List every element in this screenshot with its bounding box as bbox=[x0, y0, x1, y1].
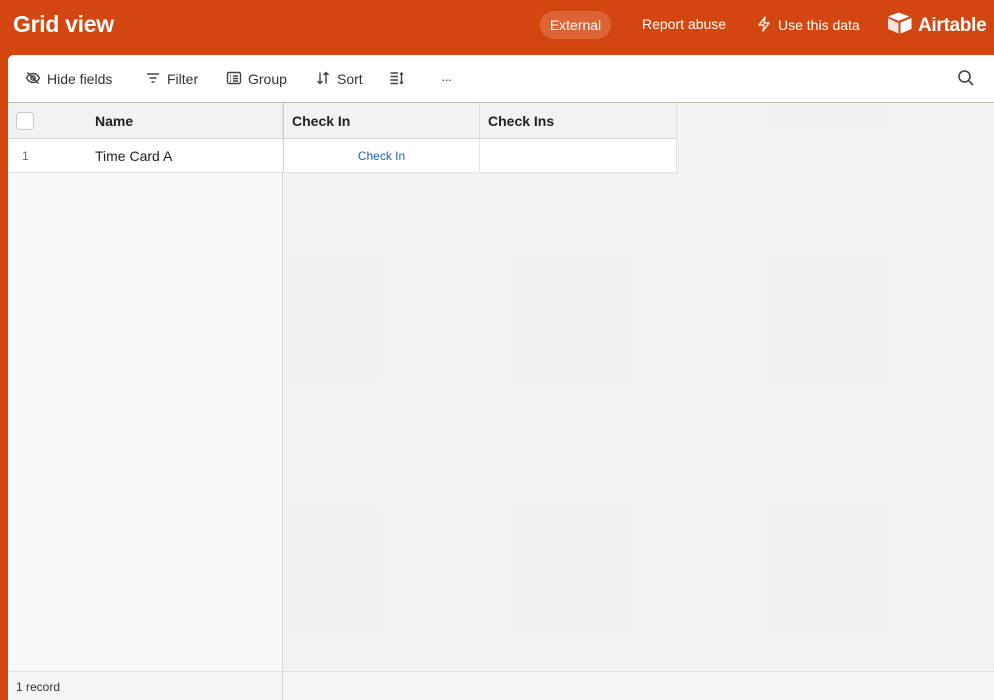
header-row: Check In Check Ins bbox=[283, 103, 677, 139]
more-icon: ··· bbox=[441, 71, 452, 87]
group-icon bbox=[226, 70, 242, 89]
grid-footer: 1 record bbox=[8, 671, 994, 700]
sort-button[interactable]: Sort bbox=[315, 67, 363, 91]
sort-icon bbox=[315, 70, 331, 89]
filter-label: Filter bbox=[167, 71, 199, 87]
column-header-name[interactable]: Name bbox=[87, 103, 283, 139]
table-row: Check In bbox=[283, 139, 677, 173]
group-label: Group bbox=[248, 71, 287, 87]
cell-name[interactable]: Time Card A bbox=[87, 139, 283, 173]
lightning-icon bbox=[756, 15, 772, 35]
airtable-logo-icon bbox=[886, 11, 914, 41]
hide-fields-button[interactable]: Hide fields bbox=[25, 67, 112, 91]
cell-check-ins[interactable] bbox=[480, 139, 677, 173]
frozen-header-row: Name bbox=[8, 103, 283, 139]
column-header-check-ins[interactable]: Check Ins bbox=[480, 103, 677, 139]
eye-off-icon bbox=[25, 70, 41, 89]
top-bar: Grid view External Report abuse Use this… bbox=[0, 0, 994, 54]
hide-fields-label: Hide fields bbox=[47, 71, 113, 87]
footer-divider bbox=[282, 672, 283, 700]
column-header-check-in[interactable]: Check In bbox=[284, 103, 480, 139]
group-button[interactable]: Group bbox=[226, 67, 287, 91]
external-badge: External bbox=[540, 11, 611, 39]
filter-icon bbox=[145, 70, 161, 89]
report-abuse-link[interactable]: Report abuse bbox=[642, 16, 726, 32]
table-row[interactable]: 1 Time Card A bbox=[8, 139, 283, 173]
row-height-icon bbox=[389, 70, 405, 89]
filter-button[interactable]: Filter bbox=[145, 67, 198, 91]
select-all-checkbox[interactable] bbox=[16, 112, 34, 130]
sort-label: Sort bbox=[337, 71, 363, 87]
grid-area: Name Check In Check Ins 1 Time Card A Ch… bbox=[8, 103, 994, 700]
view-toolbar: Hide fields Filter Group Sort ··· bbox=[8, 55, 994, 103]
row-number: 1 bbox=[22, 149, 29, 163]
use-this-data-label: Use this data bbox=[778, 17, 860, 33]
airtable-brand-label: Airtable bbox=[918, 15, 987, 36]
check-in-button[interactable]: Check In bbox=[284, 139, 480, 173]
more-options-button[interactable]: ··· bbox=[441, 67, 452, 91]
view-title: Grid view bbox=[13, 11, 114, 37]
frozen-pane bbox=[8, 103, 283, 700]
use-this-data-button[interactable]: Use this data bbox=[756, 14, 860, 36]
airtable-brand[interactable]: Airtable bbox=[886, 11, 987, 41]
search-button[interactable] bbox=[957, 69, 977, 89]
row-height-button[interactable] bbox=[389, 67, 405, 91]
main-panel: Hide fields Filter Group Sort ··· Name C… bbox=[8, 55, 994, 700]
search-icon bbox=[957, 70, 975, 91]
record-count: 1 record bbox=[16, 680, 61, 694]
